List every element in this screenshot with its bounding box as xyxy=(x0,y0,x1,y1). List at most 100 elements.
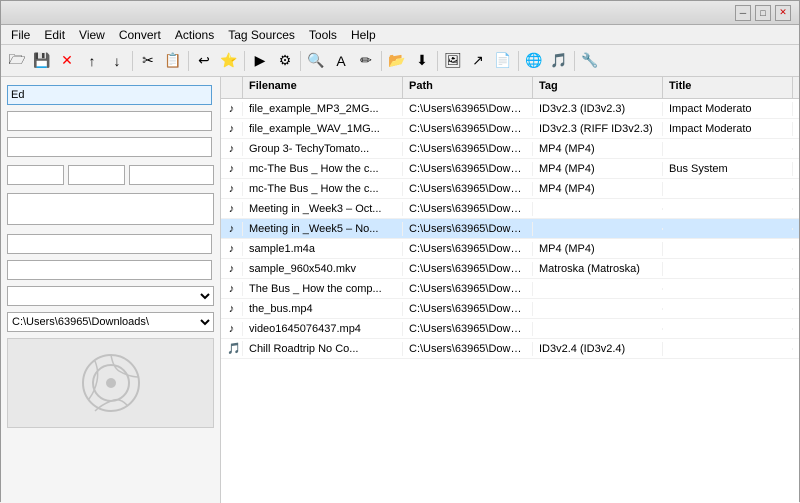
toolbar-btn-23[interactable]: ↗ xyxy=(466,49,490,73)
composer-input[interactable] xyxy=(7,260,212,280)
album-input[interactable] xyxy=(7,137,212,157)
toolbar-btn-17[interactable]: ✏ xyxy=(354,49,378,73)
menu-item-convert[interactable]: Convert xyxy=(113,26,167,44)
toolbar-btn-12[interactable]: ▶ xyxy=(248,49,272,73)
menu-item-view[interactable]: View xyxy=(73,26,111,44)
col-header-icon[interactable] xyxy=(221,77,243,98)
toolbar-btn-0[interactable]: 🗁 xyxy=(5,49,29,73)
file-row[interactable]: ♪file_example_MP3_2MG...C:\Users\63965\D… xyxy=(221,99,799,119)
col-header-artist[interactable]: Artist xyxy=(793,77,799,98)
artist-input[interactable] xyxy=(7,111,212,131)
artist-field-group xyxy=(7,111,214,131)
menu-item-actions[interactable]: Actions xyxy=(169,26,220,44)
toolbar-separator xyxy=(437,51,438,71)
file-row[interactable]: ♪mc-The Bus _ How the c...C:\Users\63965… xyxy=(221,179,799,199)
file-icon: ♪ xyxy=(221,282,243,296)
toolbar-btn-10[interactable]: ⭐ xyxy=(217,49,241,73)
toolbar-btn-29[interactable]: 🔧 xyxy=(578,49,602,73)
file-row[interactable]: ♪file_example_WAV_1MG...C:\Users\63965\D… xyxy=(221,119,799,139)
toolbar-btn-6[interactable]: ✂ xyxy=(136,49,160,73)
toolbar-btn-22[interactable]: 🖼 xyxy=(441,49,465,73)
file-cell-filename: file_example_MP3_2MG... xyxy=(243,102,403,116)
toolbar-btn-24[interactable]: 📄 xyxy=(491,49,515,73)
file-row[interactable]: ♪sample_960x540.mkvC:\Users\63965\Downlo… xyxy=(221,259,799,279)
file-cell-path: C:\Users\63965\Downloa... xyxy=(403,242,533,256)
file-cell-filename: The Bus _ How the comp... xyxy=(243,282,403,296)
file-cell-title xyxy=(663,188,793,190)
menu-bar: FileEditViewConvertActionsTag SourcesToo… xyxy=(1,25,799,45)
col-header-title[interactable]: Title xyxy=(663,77,793,98)
file-cell-title: Impact Moderato xyxy=(663,102,793,116)
file-row[interactable]: 🎵Chill Roadtrip No Co...C:\Users\63965\D… xyxy=(221,339,799,359)
file-cell-artist xyxy=(793,208,799,210)
file-row[interactable]: ♪Meeting in _Week3 – Oct...C:\Users\6396… xyxy=(221,199,799,219)
menu-item-help[interactable]: Help xyxy=(345,26,382,44)
track-input[interactable] xyxy=(68,165,125,185)
directory-select[interactable]: C:\Users\63965\Downloads\ xyxy=(7,312,214,332)
album-art-icon xyxy=(81,353,141,413)
col-header-tag[interactable]: Tag xyxy=(533,77,663,98)
file-cell-path: C:\Users\63965\Downloa... xyxy=(403,142,533,156)
file-cell-filename: the_bus.mp4 xyxy=(243,302,403,316)
toolbar-btn-9[interactable]: ↩ xyxy=(192,49,216,73)
file-row[interactable]: ♪the_bus.mp4C:\Users\63965\Downloa... xyxy=(221,299,799,319)
toolbar-btn-16[interactable]: A xyxy=(329,49,353,73)
file-row[interactable]: ♪video1645076437.mp4C:\Users\63965\Downl… xyxy=(221,319,799,339)
toolbar-btn-13[interactable]: ⚙ xyxy=(273,49,297,73)
file-cell-tag xyxy=(533,308,663,310)
toolbar-btn-20[interactable]: ⬇ xyxy=(410,49,434,73)
file-cell-tag xyxy=(533,288,663,290)
toolbar-btn-26[interactable]: 🌐 xyxy=(522,49,546,73)
album-artist-input[interactable] xyxy=(7,234,212,254)
toolbar-btn-3[interactable]: ↑ xyxy=(80,49,104,73)
toolbar-btn-4[interactable]: ↓ xyxy=(105,49,129,73)
file-cell-artist: TedTalks xyxy=(793,162,799,176)
toolbar-btn-7[interactable]: 📋 xyxy=(161,49,185,73)
close-button[interactable]: ✕ xyxy=(775,5,791,21)
file-icon: ♪ xyxy=(221,222,243,236)
menu-item-tag sources[interactable]: Tag Sources xyxy=(222,26,301,44)
file-cell-artist: Kevin MacLeod xyxy=(793,102,799,116)
toolbar-btn-1[interactable]: 💾 xyxy=(30,49,54,73)
toolbar-btn-15[interactable]: 🔍 xyxy=(304,49,328,73)
file-cell-path: C:\Users\63965\Downloa... xyxy=(403,162,533,176)
menu-item-tools[interactable]: Tools xyxy=(303,26,343,44)
genre-input[interactable] xyxy=(129,165,214,185)
col-header-filename[interactable]: Filename xyxy=(243,77,403,98)
file-cell-filename: file_example_WAV_1MG... xyxy=(243,122,403,136)
file-row[interactable]: ♪mc-The Bus _ How the c...C:\Users\63965… xyxy=(221,159,799,179)
file-cell-artist: Kevin MacLeod xyxy=(793,122,799,136)
menu-item-file[interactable]: File xyxy=(5,26,36,44)
file-row[interactable]: ♪The Bus _ How the comp...C:\Users\63965… xyxy=(221,279,799,299)
file-row[interactable]: ♪sample1.m4aC:\Users\63965\Downloa...MP4… xyxy=(221,239,799,259)
file-cell-artist xyxy=(793,348,799,350)
file-row[interactable]: ♪Meeting in _Week5 – No...C:\Users\63965… xyxy=(221,219,799,239)
title-field-group xyxy=(7,85,214,105)
toolbar: 🗁💾✕↑↓ ✂📋 ↩⭐ ▶⚙ 🔍A✏ 📂⬇ 🖼↗📄 🌐🎵 🔧 xyxy=(1,45,799,77)
file-cell-title xyxy=(663,148,793,150)
year-input[interactable] xyxy=(7,165,64,185)
toolbar-btn-27[interactable]: 🎵 xyxy=(547,49,571,73)
file-icon: ♪ xyxy=(221,302,243,316)
toolbar-btn-19[interactable]: 📂 xyxy=(385,49,409,73)
file-cell-title: Bus System xyxy=(663,162,793,176)
file-cell-tag xyxy=(533,328,663,330)
year-track-genre-row xyxy=(7,163,214,191)
discnumber-field-group xyxy=(7,286,214,306)
file-cell-tag: MP4 (MP4) xyxy=(533,182,663,196)
col-header-path[interactable]: Path xyxy=(403,77,533,98)
menu-item-edit[interactable]: Edit xyxy=(38,26,71,44)
minimize-button[interactable]: ─ xyxy=(735,5,751,21)
composer-field-group xyxy=(7,260,214,280)
file-row[interactable]: ♪Group 3- TechyTomato...C:\Users\63965\D… xyxy=(221,139,799,159)
file-icon: ♪ xyxy=(221,262,243,276)
file-cell-artist xyxy=(793,268,799,270)
genre-field-group xyxy=(129,163,214,185)
discnumber-select[interactable] xyxy=(7,286,214,306)
comment-input[interactable] xyxy=(7,193,214,225)
year-field-group xyxy=(7,163,64,185)
toolbar-btn-2[interactable]: ✕ xyxy=(55,49,79,73)
file-icon: ♪ xyxy=(221,242,243,256)
title-input[interactable] xyxy=(7,85,212,105)
maximize-button[interactable]: □ xyxy=(755,5,771,21)
